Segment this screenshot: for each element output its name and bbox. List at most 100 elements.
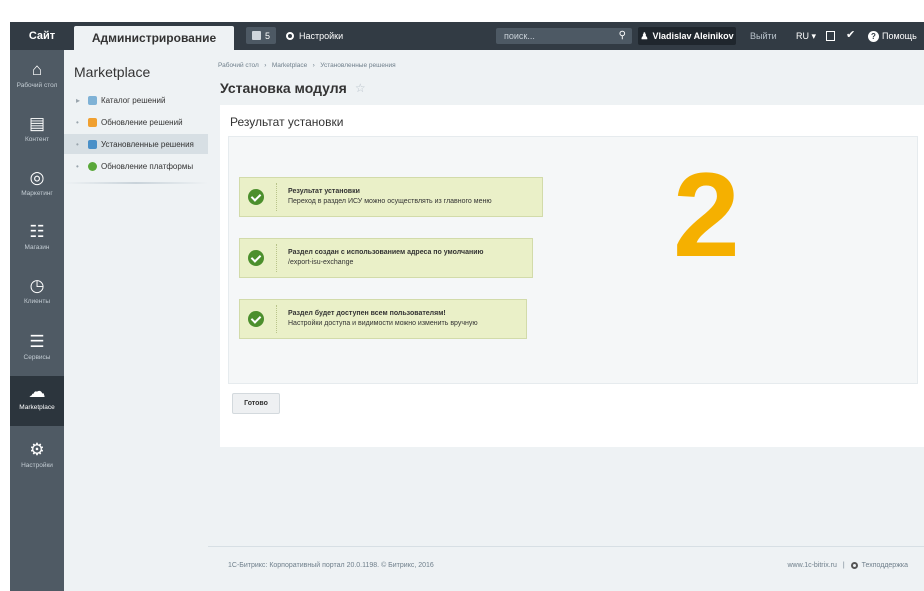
check-icon <box>248 311 264 327</box>
logout-link[interactable]: Выйти <box>750 22 777 50</box>
result-messages-area: Результат установки Переход в раздел ИСУ… <box>228 136 918 384</box>
footer-separator: | <box>840 562 847 569</box>
sidebar-item-updates[interactable]: • Обновление решений <box>64 112 208 132</box>
support-link[interactable]: Техподдержка <box>862 562 908 569</box>
main-content: Рабочий стол › Marketplace › Установленн… <box>208 50 924 591</box>
message-title: Раздел будет доступен всем пользователям… <box>288 310 446 317</box>
app-window: Сайт Администрирование 5 Настройки поиск… <box>0 0 924 591</box>
sidebar-item-label: Обновление решений <box>101 117 183 127</box>
sidebar-item-label: Обновление платформы <box>101 161 194 171</box>
layers-icon: ☰ <box>29 332 45 351</box>
rail-item-label: Контент <box>24 136 50 143</box>
notifications-button[interactable]: 5 <box>246 27 277 44</box>
sidebar-divider <box>64 182 208 184</box>
language-selector[interactable]: RU ▾ <box>796 22 816 50</box>
step-number-annotation: 2 <box>673 148 740 282</box>
sidebar: Marketplace ▸ Каталог решений • Обновлен… <box>64 50 208 591</box>
rail-item-clients[interactable]: ◷ Клиенты <box>10 270 64 322</box>
search-placeholder: поиск... <box>504 31 535 41</box>
bullet-icon: • <box>76 117 79 127</box>
rail-item-label: Магазин <box>24 244 50 251</box>
bullet-icon: • <box>76 161 79 171</box>
sidebar-item-catalog[interactable]: ▸ Каталог решений <box>64 90 208 110</box>
updates-icon <box>88 117 97 127</box>
rail-item-label: Marketplace <box>19 404 55 411</box>
target-icon: ◎ <box>29 168 45 187</box>
document-icon: ▤ <box>28 114 46 133</box>
message-text: Раздел создан с использованием адреса по… <box>288 248 484 268</box>
message-divider <box>276 244 278 272</box>
sidebar-item-label: Каталог решений <box>101 95 166 105</box>
user-name: Vladislav Aleinikov <box>652 31 734 41</box>
result-panel: Результат установки Результат установки … <box>220 105 924 447</box>
search-input[interactable]: поиск... ⚲ <box>496 28 632 44</box>
breadcrumb-separator-icon: › <box>309 62 319 69</box>
notifications-icon <box>252 31 261 40</box>
rail-item-label: Настройки <box>21 462 53 469</box>
result-message: Результат установки Переход в раздел ИСУ… <box>239 177 543 217</box>
chevron-down-icon: ▾ <box>809 30 817 41</box>
rail-item-shop[interactable]: ☷ Магазин <box>10 216 64 268</box>
gear-icon: ⚙ <box>29 440 45 459</box>
search-icon[interactable]: ⚲ <box>619 30 626 41</box>
star-icon[interactable]: ☆ <box>355 81 366 95</box>
result-message: Раздел будет доступен всем пользователям… <box>239 299 527 339</box>
notes-icon[interactable] <box>826 31 835 41</box>
platform-update-icon <box>88 161 97 171</box>
footer-copyright: 1С-Битрикс: Корпоративный портал 20.0.11… <box>228 562 434 569</box>
settings-button[interactable]: Настройки <box>286 22 343 50</box>
message-body: /export-isu-exchange <box>288 259 354 266</box>
message-body: Настройки доступа и видимости можно изме… <box>288 320 478 327</box>
message-title: Раздел создан с использованием адреса по… <box>288 249 484 256</box>
pin-icon[interactable]: ✔ <box>846 28 855 41</box>
check-icon <box>248 250 264 266</box>
language-label: RU <box>796 31 809 41</box>
settings-label: Настройки <box>299 31 344 41</box>
tab-site[interactable]: Сайт <box>10 22 74 50</box>
panel-title: Результат установки <box>230 115 344 129</box>
rail-item-marketing[interactable]: ◎ Маркетинг <box>10 162 64 214</box>
message-body: Переход в раздел ИСУ можно осуществлять … <box>288 198 492 205</box>
breadcrumb-separator-icon: › <box>260 62 271 69</box>
check-icon <box>248 189 264 205</box>
help-button[interactable]: ? Помощь <box>868 22 917 50</box>
user-menu-button[interactable]: ♟ Vladislav Aleinikov <box>638 27 736 45</box>
cart-icon: ☷ <box>29 222 45 241</box>
site-link[interactable]: www.1c-bitrix.ru <box>787 562 836 569</box>
installed-icon <box>88 139 97 149</box>
rail-item-content[interactable]: ▤ Контент <box>10 108 64 160</box>
footer-divider <box>208 546 924 547</box>
expand-arrow-icon[interactable]: ▸ <box>76 96 86 105</box>
settings-icon <box>286 32 294 40</box>
rail-item-label: Сервисы <box>23 354 51 361</box>
bullet-icon: • <box>76 139 79 149</box>
rail-item-label: Рабочий стол <box>16 82 58 89</box>
cloud-download-icon: ☁ <box>28 382 46 401</box>
rail-item-label: Клиенты <box>23 298 51 305</box>
catalog-icon <box>88 95 97 105</box>
rail-item-desktop[interactable]: ⌂ Рабочий стол <box>10 54 64 106</box>
top-bar: Сайт Администрирование 5 Настройки поиск… <box>10 22 924 50</box>
message-divider <box>276 305 278 333</box>
sidebar-item-platform-update[interactable]: • Обновление платформы <box>64 156 208 176</box>
message-title: Результат установки <box>288 188 360 195</box>
breadcrumb-installed[interactable]: Установленные решения <box>320 62 395 69</box>
message-text: Результат установки Переход в раздел ИСУ… <box>288 187 492 207</box>
support-icon <box>850 562 858 569</box>
help-label: Помощь <box>882 31 917 41</box>
notifications-count: 5 <box>265 30 271 41</box>
page-title: Установка модуля ☆ <box>220 80 366 96</box>
rail-item-services[interactable]: ☰ Сервисы <box>10 326 64 378</box>
message-divider <box>276 183 278 211</box>
page-title-text: Установка модуля <box>220 80 347 96</box>
done-button[interactable]: Готово <box>232 393 280 414</box>
sidebar-title: Marketplace <box>74 64 151 80</box>
rail-item-marketplace[interactable]: ☁ Marketplace <box>10 376 64 426</box>
sidebar-item-installed[interactable]: • Установленные решения <box>64 134 208 154</box>
breadcrumb-marketplace[interactable]: Marketplace <box>272 62 307 69</box>
tab-administration[interactable]: Администрирование <box>74 26 234 50</box>
footer-links: www.1c-bitrix.ru | Техподдержка <box>787 562 908 569</box>
breadcrumb-desktop[interactable]: Рабочий стол <box>218 62 259 69</box>
message-text: Раздел будет доступен всем пользователям… <box>288 309 478 329</box>
rail-item-settings[interactable]: ⚙ Настройки <box>10 434 64 486</box>
